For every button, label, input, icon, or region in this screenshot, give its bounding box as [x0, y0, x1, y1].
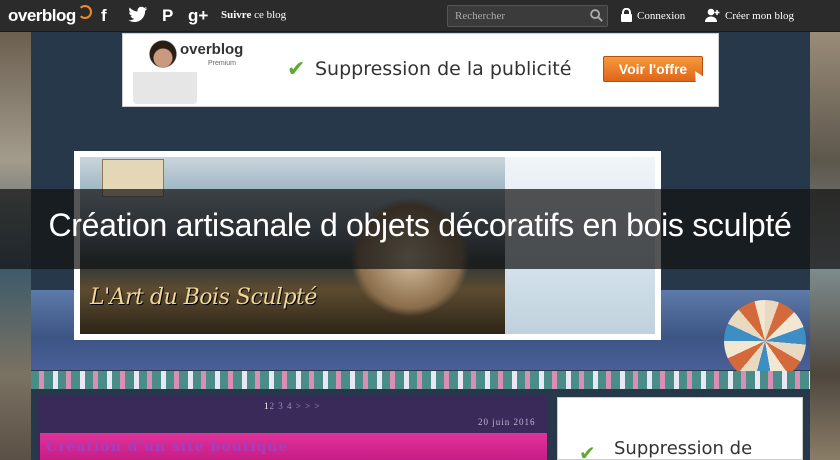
- pinterest-icon[interactable]: P: [162, 6, 173, 26]
- login-label: Connexion: [637, 9, 686, 22]
- post-date: 20 juin 2016: [478, 417, 536, 427]
- login-link[interactable]: Connexion: [620, 8, 685, 23]
- blog-title[interactable]: Création artisanale d objets décoratifs …: [0, 207, 840, 244]
- search-box: [447, 5, 608, 27]
- follow-bold: Suivre: [221, 9, 252, 21]
- logo-swirl-icon: [77, 5, 92, 19]
- header-signature: L'Art du Bois Sculpté: [90, 285, 317, 310]
- umbrella-image: [724, 300, 806, 382]
- facebook-icon[interactable]: f: [101, 6, 107, 26]
- flower-border: [31, 371, 810, 389]
- logo-text: overblog: [8, 6, 76, 25]
- sidebar-ad[interactable]: ✔ Suppression de: [557, 397, 803, 460]
- see-offer-button[interactable]: Voir l'offre: [603, 56, 703, 82]
- google-plus-icon[interactable]: g+: [188, 6, 208, 26]
- follow-rest: ce blog: [254, 9, 287, 21]
- premium-ad-banner[interactable]: overblog Premium ✔ Suppression de la pub…: [122, 33, 719, 107]
- create-blog-link[interactable]: Créer mon blog: [705, 8, 794, 23]
- overblog-topbar: overblog f P g+ Suivre ce blog Connexion…: [0, 0, 840, 32]
- post-title[interactable]: Création d'un site boutique: [46, 439, 288, 455]
- follow-blog-link[interactable]: Suivre ce blog: [221, 9, 286, 21]
- ad-brand: overblog: [180, 41, 244, 58]
- checkmark-icon: ✔: [579, 443, 596, 460]
- ad-tier: Premium: [208, 60, 237, 67]
- pagination: 12 3 4 > > >: [264, 401, 320, 411]
- sidebar-ad-message: Suppression de: [614, 438, 753, 459]
- post-title-bar: Création d'un site boutique: [40, 433, 547, 460]
- overblog-logo[interactable]: overblog: [8, 5, 92, 26]
- page-others[interactable]: 2 3 4 > > >: [270, 401, 321, 411]
- checkmark-icon: ✔: [287, 56, 306, 81]
- user-add-icon: [705, 8, 720, 22]
- ad-message: Suppression de la publicité: [315, 58, 572, 80]
- search-input[interactable]: [448, 6, 583, 26]
- twitter-icon[interactable]: [128, 6, 148, 29]
- search-icon[interactable]: [590, 9, 603, 22]
- lock-icon: [621, 8, 632, 22]
- create-blog-label: Créer mon blog: [725, 9, 795, 22]
